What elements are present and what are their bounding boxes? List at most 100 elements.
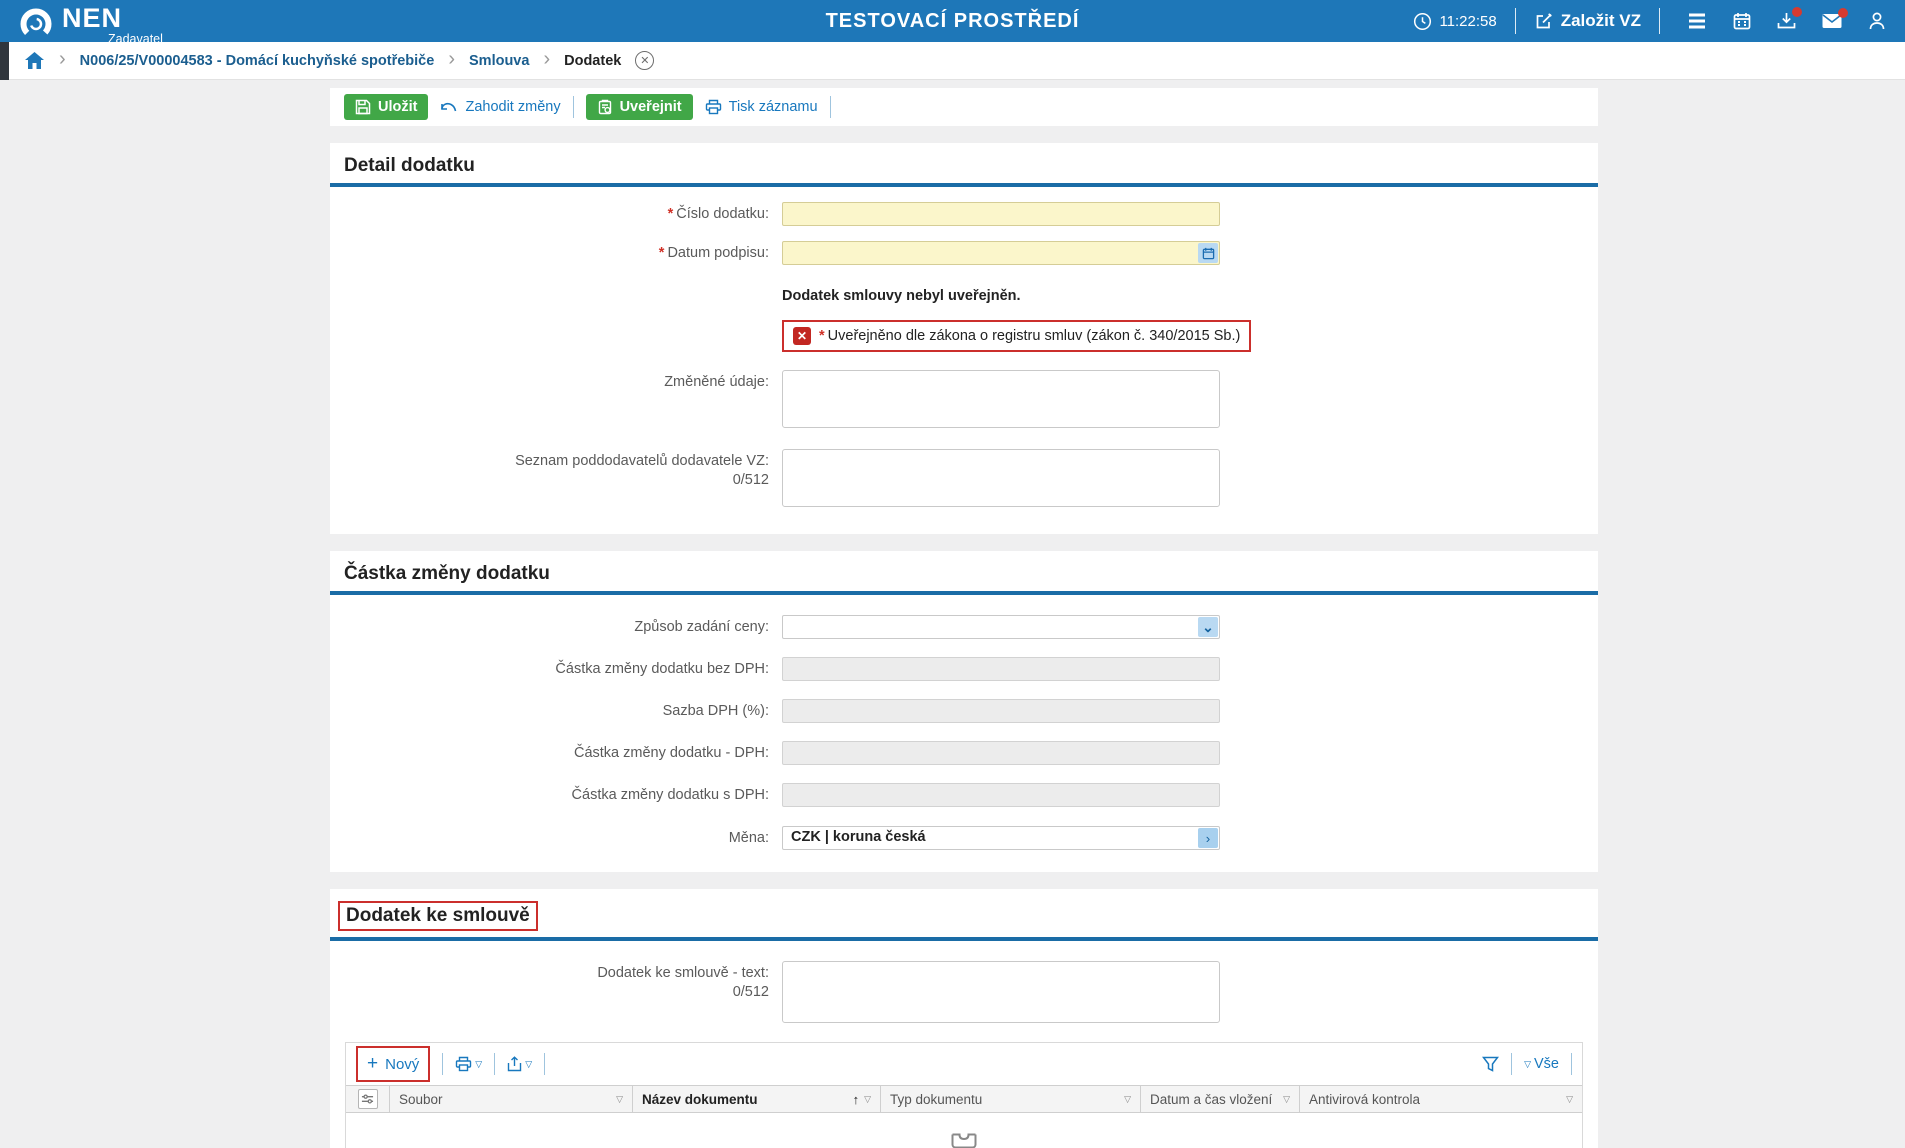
zpusob-zadani-ceny-select[interactable] — [782, 615, 1220, 639]
spacer — [330, 320, 782, 323]
table-header-row: Soubor ▽ Název dokumentu ↑ ▽ Typ dokumen… — [346, 1085, 1582, 1113]
undo-icon — [440, 100, 458, 114]
table-empty-state: Žádné záznamy. V tomto seznamu nemáme co… — [346, 1113, 1582, 1148]
filter-funnel-icon[interactable] — [1482, 1056, 1499, 1072]
breadcrumb-edge-marker — [0, 42, 9, 80]
dropdown-triangle-icon: ▽ — [525, 1059, 532, 1070]
seznam-poddodavatelu-textarea[interactable] — [782, 449, 1220, 507]
column-header-typ-dokumentu[interactable]: Typ dokumentu ▽ — [881, 1086, 1141, 1112]
documents-table: + Nový ▽ ▽ — [345, 1042, 1583, 1148]
section-divider — [330, 937, 1598, 941]
messages-icon[interactable] — [1821, 12, 1843, 30]
filter-icon[interactable]: ▽ — [1283, 1094, 1290, 1105]
breadcrumb: › N006/25/V00004583 - Domácí kuchyňské s… — [0, 42, 1905, 80]
column-header-soubor[interactable]: Soubor ▽ — [390, 1086, 633, 1112]
print-table-button[interactable]: ▽ — [455, 1056, 482, 1072]
field-label-mena: Měna: — [330, 826, 782, 848]
publish-icon — [597, 99, 613, 115]
section-castka-zmeny: Částka změny dodatku Způsob zadání ceny:… — [330, 551, 1598, 872]
zmenene-udaje-textarea[interactable] — [782, 370, 1220, 428]
divider — [1511, 1053, 1512, 1075]
nen-logo[interactable]: NEN Zadavatel — [18, 0, 163, 45]
registry-checkbox-error-icon[interactable]: ✕ — [793, 327, 811, 345]
chevron-right-icon: › — [448, 48, 455, 71]
column-header-datum-vlozeni[interactable]: Datum a čas vložení ▽ — [1141, 1086, 1300, 1112]
filter-all-button[interactable]: ▽ Vše — [1524, 1056, 1559, 1072]
section-divider — [330, 183, 1598, 187]
divider — [442, 1053, 443, 1075]
column-header-antivirova-kontrola[interactable]: Antivirová kontrola ▽ — [1300, 1086, 1582, 1112]
filter-icon[interactable]: ▽ — [1124, 1094, 1131, 1105]
spacer — [330, 284, 782, 287]
edit-icon — [1534, 11, 1554, 31]
required-mark: * — [819, 328, 825, 344]
export-button[interactable]: ▽ — [507, 1056, 532, 1072]
chevron-right-icon: › — [543, 48, 550, 71]
not-published-note: Dodatek smlouvy nebyl uveřejněn. — [782, 284, 1220, 304]
filter-icon[interactable]: ▽ — [616, 1094, 623, 1105]
home-icon[interactable] — [24, 51, 45, 70]
divider — [830, 96, 831, 118]
divider — [544, 1053, 545, 1075]
create-vz-button[interactable]: Založit VZ — [1534, 11, 1641, 31]
registry-checkbox-label: *Uveřejněno dle zákona o registru smluv … — [819, 328, 1240, 344]
field-label-sazba-dph: Sazba DPH (%): — [330, 699, 782, 721]
divider — [1571, 1053, 1572, 1075]
datum-podpisu-input[interactable] — [782, 241, 1220, 265]
publish-button[interactable]: Uveřejnit — [586, 94, 693, 120]
breadcrumb-item-dodatek: Dodatek — [564, 53, 621, 69]
chevron-down-icon[interactable]: ⌄ — [1198, 617, 1218, 637]
section-title: Částka změny dodatku — [344, 563, 550, 585]
save-button[interactable]: Uložit — [344, 94, 428, 120]
castka-s-dph-input — [782, 783, 1220, 807]
divider — [1659, 8, 1660, 34]
column-settings-icon[interactable] — [358, 1089, 378, 1109]
field-label-castka-dph: Částka změny dodatku - DPH: — [330, 741, 782, 763]
breadcrumb-item-smlouva[interactable]: Smlouva — [469, 53, 529, 69]
section-divider — [330, 591, 1598, 595]
new-document-button[interactable]: + Nový — [356, 1046, 430, 1082]
field-label-datum-podpisu: *Datum podpisu: — [330, 241, 782, 263]
filter-icon[interactable]: ▽ — [864, 1094, 871, 1105]
downloads-icon[interactable] — [1776, 11, 1797, 31]
section-dodatek-ke-smlouve: Dodatek ke smlouvě Dodatek ke smlouvě - … — [330, 889, 1598, 1148]
discard-changes-button[interactable]: Zahodit změny — [440, 99, 560, 115]
user-profile-icon[interactable] — [1867, 11, 1887, 31]
field-label-zmenene-udaje: Změněné údaje: — [330, 370, 782, 392]
cislo-dodatku-input[interactable] — [782, 202, 1220, 226]
notification-dot — [1792, 7, 1802, 17]
chevron-right-icon[interactable]: › — [1198, 828, 1218, 848]
mena-value-field[interactable]: CZK | koruna česká — [782, 826, 1220, 850]
save-icon — [355, 99, 371, 115]
notification-dot — [1838, 8, 1848, 18]
menu-icon[interactable] — [1686, 12, 1708, 30]
divider — [1515, 8, 1516, 34]
sort-ascending-icon[interactable]: ↑ — [853, 1092, 860, 1107]
nen-swirl-icon — [18, 0, 54, 42]
breadcrumb-item-procurement[interactable]: N006/25/V00004583 - Domácí kuchyňské spo… — [80, 53, 435, 69]
print-record-button[interactable]: Tisk záznamu — [705, 99, 818, 115]
clock-icon — [1413, 12, 1432, 31]
divider — [494, 1053, 495, 1075]
calendar-icon[interactable] — [1732, 11, 1752, 31]
empty-inbox-icon — [951, 1133, 977, 1148]
section-title: Detail dodatku — [344, 155, 475, 177]
field-label-cislo-dodatku: *Číslo dodatku: — [330, 202, 782, 224]
registry-publish-annotation: ✕ *Uveřejněno dle zákona o registru smlu… — [782, 320, 1251, 352]
castka-dph-input — [782, 741, 1220, 765]
required-mark: * — [659, 245, 665, 261]
chevron-right-icon: › — [59, 48, 66, 71]
field-label-seznam-poddodavatelu: Seznam poddodavatelů dodavatele VZ: 0/51… — [330, 449, 782, 490]
section-title-annotated: Dodatek ke smlouvě — [338, 901, 538, 931]
column-header-nazev-dokumentu[interactable]: Název dokumentu ↑ ▽ — [633, 1086, 881, 1112]
dodatek-text-textarea[interactable] — [782, 961, 1220, 1023]
top-header: NEN Zadavatel TESTOVACÍ PROSTŘEDÍ 11:22:… — [0, 0, 1905, 42]
char-counter: 0/512 — [330, 471, 769, 490]
divider — [573, 96, 574, 118]
sazba-dph-input — [782, 699, 1220, 723]
close-tab-icon[interactable]: ✕ — [635, 51, 654, 70]
datepicker-button[interactable] — [1198, 243, 1218, 263]
field-label-dodatek-text: Dodatek ke smlouvě - text: 0/512 — [330, 961, 782, 1002]
filter-icon[interactable]: ▽ — [1566, 1094, 1573, 1105]
field-label-bez-dph: Částka změny dodatku bez DPH: — [330, 657, 782, 679]
